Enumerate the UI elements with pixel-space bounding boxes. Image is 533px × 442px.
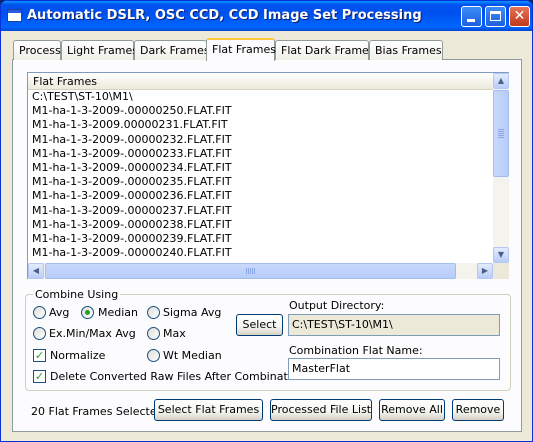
list-item[interactable]: M1-ha-1-3-2009-.00000238.FLAT.FIT xyxy=(31,218,491,232)
radio-sigma-avg[interactable] xyxy=(147,306,160,319)
horizontal-scroll-thumb[interactable] xyxy=(45,263,456,279)
radio-max[interactable] xyxy=(147,327,160,340)
chevron-up-icon: ▲ xyxy=(497,76,505,85)
radio-median[interactable] xyxy=(81,306,94,319)
window-title: Automatic DSLR, OSC CCD, CCD Image Set P… xyxy=(27,8,422,23)
vertical-scroll-thumb[interactable] xyxy=(493,90,509,177)
chevron-down-icon: ▼ xyxy=(497,250,505,259)
app-window-icon xyxy=(7,9,22,22)
combination-flat-name-label: Combination Flat Name: xyxy=(289,344,423,357)
list-item[interactable]: M1-ha-1-3-2009-.00000237.FLAT.FIT xyxy=(31,204,491,218)
chevron-right-icon: ▶ xyxy=(481,266,489,275)
tab-flat-dark-frames[interactable]: Flat Dark Frames xyxy=(275,40,375,60)
normalize-label[interactable]: Normalize xyxy=(50,349,105,362)
delete-converted-checkbox[interactable]: ✓ xyxy=(33,370,46,383)
tab-process[interactable]: Process xyxy=(13,40,61,60)
tab-bias-frames[interactable]: Bias Frames xyxy=(369,40,443,60)
list-item[interactable]: M1-ha-1-3-2009-.00000240.FLAT.FIT xyxy=(31,246,491,260)
radio-wt-median[interactable] xyxy=(147,349,160,362)
app-window: Automatic DSLR, OSC CCD, CCD Image Set P… xyxy=(0,0,533,442)
list-item[interactable]: M1-ha-1-3-2009-.00000241.FLAT.FIT xyxy=(31,260,491,262)
frames-selected-count: 20 Flat Frames Selected xyxy=(31,405,164,418)
list-item[interactable]: M1-ha-1-3-2009-.00000239.FLAT.FIT xyxy=(31,232,491,246)
list-column-header[interactable]: Flat Frames xyxy=(28,73,493,90)
list-item[interactable]: M1-ha-1-3-2009-.00000233.FLAT.FIT xyxy=(31,147,491,161)
select-flat-frames-button[interactable]: Select Flat Frames xyxy=(154,399,263,421)
list-item[interactable]: M1-ha-1-3-2009-.00000235.FLAT.FIT xyxy=(31,175,491,189)
list-item[interactable]: M1-ha-1-3-2009.00000231.FLAT.FIT xyxy=(31,118,491,132)
remove-all-button[interactable]: Remove All xyxy=(379,399,445,421)
flat-frames-list[interactable]: Flat Frames C:\TEST\ST-10\M1\ M1-ha-1-3-2… xyxy=(27,72,509,279)
scroll-right-button[interactable]: ▶ xyxy=(477,263,493,279)
delete-converted-label[interactable]: Delete Converted Raw Files After Combina… xyxy=(50,370,305,383)
list-item[interactable]: M1-ha-1-3-2009-.00000236.FLAT.FIT xyxy=(31,189,491,203)
processed-file-list-button[interactable]: Processed File List xyxy=(270,399,372,421)
radio-wt-median-label[interactable]: Wt Median xyxy=(163,349,222,362)
maximize-button[interactable] xyxy=(485,6,506,27)
scroll-up-button[interactable]: ▲ xyxy=(493,73,509,89)
normalize-checkbox[interactable]: ✓ xyxy=(33,349,46,362)
grip-icon xyxy=(498,129,504,138)
tab-light-frames[interactable]: Light Frames xyxy=(61,40,138,60)
scrollbar-corner xyxy=(493,263,509,279)
tab-dark-frames[interactable]: Dark Frames xyxy=(134,40,210,60)
grip-icon xyxy=(246,268,255,274)
close-button[interactable]: ✕ xyxy=(509,6,530,27)
output-directory-label: Output Directory: xyxy=(289,299,385,312)
vertical-scrollbar[interactable]: ▲ ▼ xyxy=(493,73,509,263)
tab-flat-frames[interactable]: Flat Frames xyxy=(206,38,276,61)
radio-max-label[interactable]: Max xyxy=(163,327,186,340)
minimize-icon xyxy=(467,19,475,22)
maximize-icon xyxy=(490,11,501,21)
radio-avg[interactable] xyxy=(33,306,46,319)
remove-button[interactable]: Remove xyxy=(452,399,504,421)
chevron-left-icon: ◀ xyxy=(32,266,40,275)
output-directory-field[interactable]: C:\TEST\ST-10\M1\ xyxy=(288,314,500,336)
minimize-button[interactable] xyxy=(461,6,482,27)
radio-ex-min-max-avg-label[interactable]: Ex.Min/Max Avg xyxy=(49,327,136,340)
radio-sigma-avg-label[interactable]: Sigma Avg xyxy=(163,306,221,319)
list-item[interactable]: C:\TEST\ST-10\M1\ xyxy=(31,90,491,104)
list-item[interactable]: M1-ha-1-3-2009-.00000232.FLAT.FIT xyxy=(31,133,491,147)
radio-ex-min-max-avg[interactable] xyxy=(33,327,46,340)
combination-flat-name-field[interactable]: MasterFlat xyxy=(288,358,500,380)
close-icon: ✕ xyxy=(513,8,526,24)
horizontal-scrollbar[interactable]: ◀ ▶ xyxy=(28,263,493,279)
scroll-left-button[interactable]: ◀ xyxy=(28,263,44,279)
list-item[interactable]: M1-ha-1-3-2009-.00000234.FLAT.FIT xyxy=(31,161,491,175)
scroll-down-button[interactable]: ▼ xyxy=(493,247,509,263)
title-bar[interactable]: Automatic DSLR, OSC CCD, CCD Image Set P… xyxy=(1,1,532,31)
select-output-directory-button[interactable]: Select xyxy=(236,314,283,336)
list-rows: C:\TEST\ST-10\M1\ M1-ha-1-3-2009-.0000025… xyxy=(31,90,491,262)
list-item[interactable]: M1-ha-1-3-2009-.00000250.FLAT.FIT xyxy=(31,104,491,118)
combine-using-label: Combine Using xyxy=(33,288,121,301)
radio-avg-label[interactable]: Avg xyxy=(49,306,69,319)
radio-median-label[interactable]: Median xyxy=(98,306,138,319)
